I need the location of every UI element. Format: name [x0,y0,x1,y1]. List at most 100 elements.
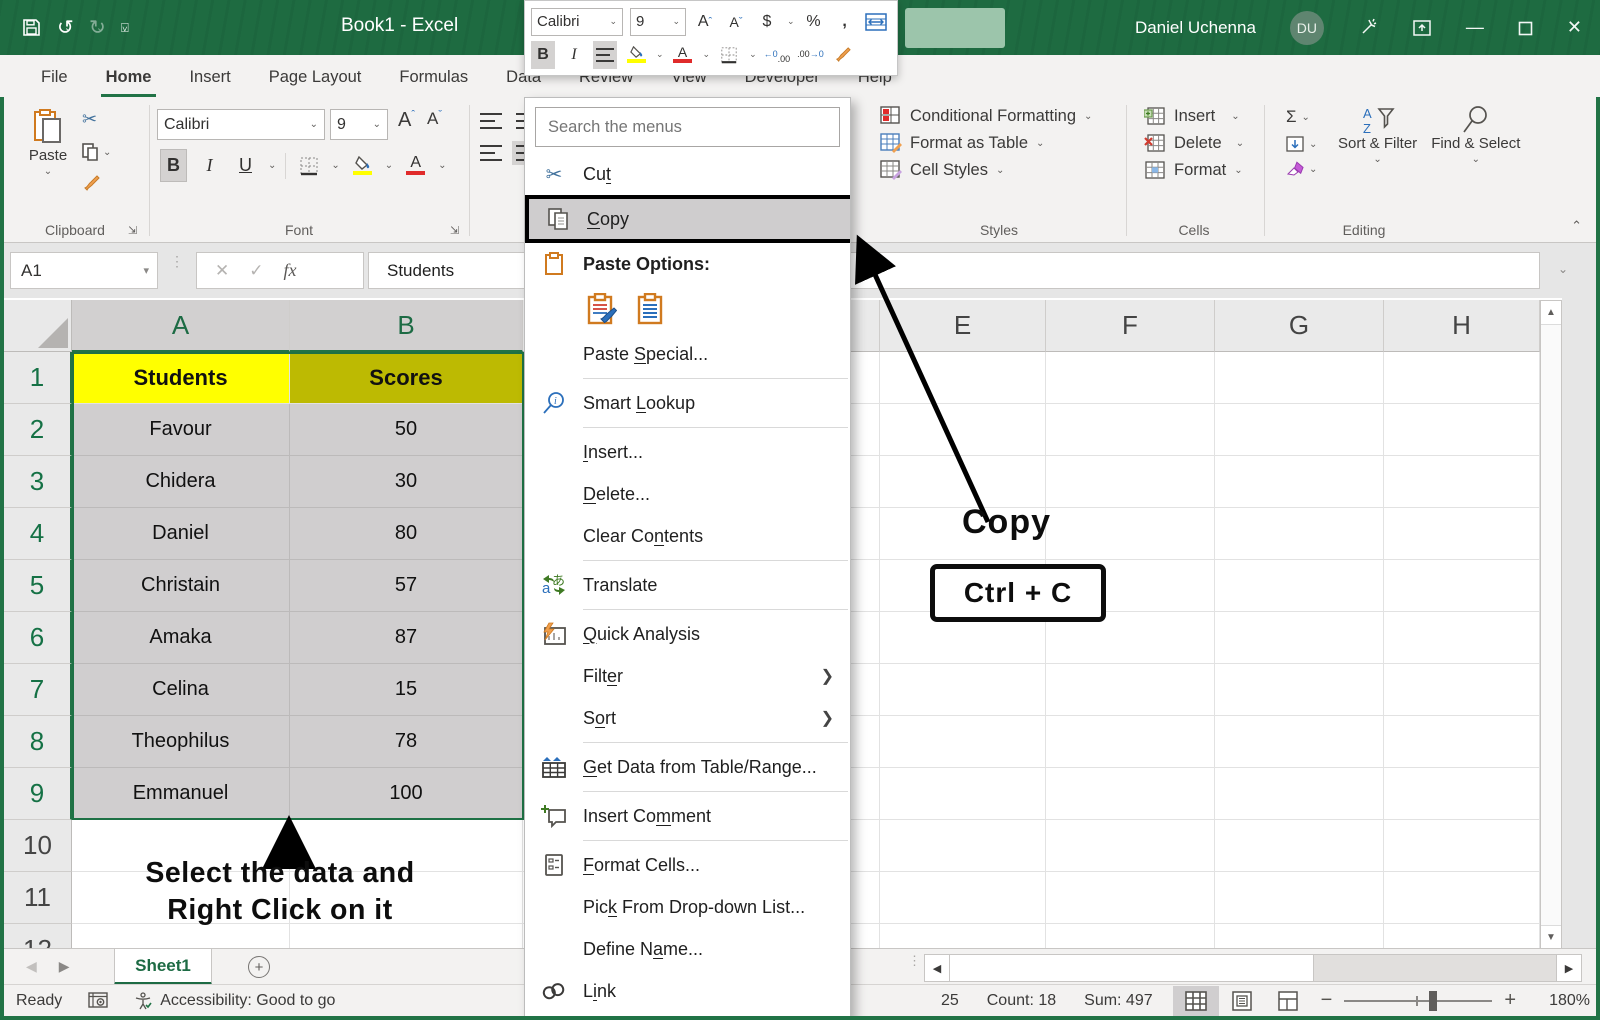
clear-button[interactable]: ⌄ [1286,161,1317,177]
insert-cells-button[interactable]: Insert⌄ [1144,106,1244,126]
paste-values-button[interactable] [631,290,669,328]
mini-format-painter-button[interactable] [831,41,855,69]
cell-F12[interactable] [1046,924,1215,948]
cell-A2[interactable]: Favour [72,404,290,456]
cell-G7[interactable] [1215,664,1384,716]
cell-F2[interactable] [1046,404,1215,456]
mini-shrink-font-button[interactable]: Aˇ [724,8,748,36]
cell-E7[interactable] [880,664,1046,716]
grow-font-button[interactable]: Aˆ [398,109,415,132]
column-header-G[interactable]: G [1215,300,1384,352]
cell-G2[interactable] [1215,404,1384,456]
format-cells-button[interactable]: Format⌄ [1144,160,1244,180]
cell-G4[interactable] [1215,508,1384,560]
mini-center-button[interactable] [593,41,617,69]
cell-G6[interactable] [1215,612,1384,664]
cell-B1[interactable]: Scores [290,352,523,404]
cell-A4[interactable]: Daniel [72,508,290,560]
prev-sheet-icon[interactable]: ◀ [26,958,37,975]
row-header-6[interactable]: 6 [4,612,72,664]
menu-item-insert[interactable]: Insert... [525,431,850,473]
coming-soon-icon[interactable] [1358,17,1378,38]
scroll-up-icon[interactable]: ▲ [1541,301,1561,325]
cell-F3[interactable] [1046,456,1215,508]
cell-F8[interactable] [1046,716,1215,768]
cell-E12[interactable] [880,924,1046,948]
user-name[interactable]: Daniel Uchenna [1135,18,1256,38]
cut-button[interactable]: ✂ [82,109,111,130]
collapse-ribbon-icon[interactable]: ⌃ [1571,218,1582,234]
column-header-E[interactable]: E [880,300,1046,352]
cell-E2[interactable] [880,404,1046,456]
ribbon-display-options-icon[interactable] [1412,17,1432,38]
normal-view-button[interactable] [1173,986,1219,1016]
cell-B9[interactable]: 100 [290,768,523,820]
cell-A8[interactable]: Theophilus [72,716,290,768]
cell-H1[interactable] [1384,352,1540,404]
cell-G8[interactable] [1215,716,1384,768]
row-header-2[interactable]: 2 [4,404,72,456]
cell-E1[interactable] [880,352,1046,404]
mini-font-color-button[interactable]: A [671,41,695,69]
menu-item-smart-lookup[interactable]: iSmart Lookup [525,382,850,424]
accessibility-status[interactable]: Accessibility: Good to go [134,992,335,1010]
row-header-12[interactable]: 12 [4,924,72,948]
mini-fill-color-button[interactable] [624,41,648,69]
menu-item-link[interactable]: Link [525,970,850,1012]
cell-G5[interactable] [1215,560,1384,612]
top-align-button[interactable] [480,113,502,129]
format-painter-button[interactable] [82,174,111,192]
column-header-A[interactable]: A [72,300,290,352]
cell-B4[interactable]: 80 [290,508,523,560]
cell-F1[interactable] [1046,352,1215,404]
zoom-level[interactable]: 180% [1526,992,1590,1010]
cell-H2[interactable] [1384,404,1540,456]
cell-G10[interactable] [1215,820,1384,872]
row-header-3[interactable]: 3 [4,456,72,508]
row-header-7[interactable]: 7 [4,664,72,716]
menu-item-define-name[interactable]: Define Name... [525,928,850,970]
expand-formula-bar-icon[interactable]: ⌄ [1558,262,1568,276]
cell-B7[interactable]: 15 [290,664,523,716]
cell-F7[interactable] [1046,664,1215,716]
cell-B2[interactable]: 50 [290,404,523,456]
mini-accounting-button[interactable]: $ [755,8,779,36]
row-header-8[interactable]: 8 [4,716,72,768]
mini-increase-decimal-button[interactable]: .00→0 [797,41,824,69]
name-box-dropdown-icon[interactable]: ▾ [143,264,149,277]
row-header-10[interactable]: 10 [4,820,72,872]
cell-H8[interactable] [1384,716,1540,768]
underline-button[interactable]: U [232,149,259,182]
zoom-slider[interactable] [1344,1000,1492,1002]
cell-E8[interactable] [880,716,1046,768]
row-header-11[interactable]: 11 [4,872,72,924]
menu-item-format-cells[interactable]: Format Cells... [525,844,850,886]
menu-item-copy[interactable]: Copy [525,195,851,243]
autosum-button[interactable]: Σ⌄ [1286,107,1317,127]
cell-H3[interactable] [1384,456,1540,508]
cell-E9[interactable] [880,768,1046,820]
cell-H11[interactable] [1384,872,1540,924]
cell-H4[interactable] [1384,508,1540,560]
cell-F11[interactable] [1046,872,1215,924]
select-all-corner[interactable] [4,300,72,352]
menu-item-clear-contents[interactable]: Clear Contents [525,515,850,557]
macro-record-icon[interactable] [88,992,108,1010]
cell-F9[interactable] [1046,768,1215,820]
undo-dropdown-icon[interactable]: ⌄ [64,21,73,34]
sort-filter-button[interactable]: AZ Sort & Filter⌄ [1338,105,1417,166]
menu-item-translate[interactable]: aあTranslate [525,564,850,606]
zoom-out-button[interactable]: − [1321,989,1333,1012]
cell-H7[interactable] [1384,664,1540,716]
row-header-9[interactable]: 9 [4,768,72,820]
copy-button[interactable]: ⌄ [82,143,111,161]
fill-color-button[interactable] [349,149,376,182]
cell-H5[interactable] [1384,560,1540,612]
tab-insert[interactable]: Insert [170,59,249,97]
menu-item-filter[interactable]: Filter❯ [525,655,850,697]
column-header-B[interactable]: B [290,300,523,352]
maximize-button[interactable] [1518,17,1533,38]
font-size-select[interactable]: 9⌄ [330,109,388,140]
menu-item-delete[interactable]: Delete... [525,473,850,515]
minimize-button[interactable]: — [1466,17,1484,38]
